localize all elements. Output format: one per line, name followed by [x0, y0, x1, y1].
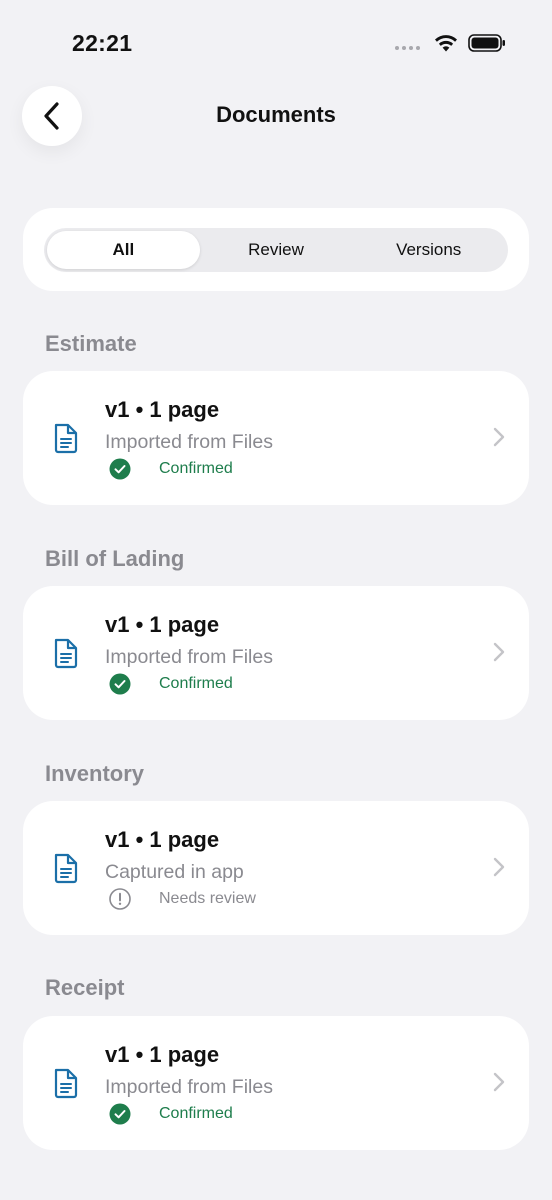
status-badge: Confirmed — [109, 458, 233, 480]
checkmark-circle-icon — [109, 458, 131, 480]
chevron-right-icon — [493, 427, 505, 447]
document-title: v1 • 1 page — [105, 1042, 220, 1067]
document-card-receipt[interactable]: v1 • 1 page Imported from Files Confirme… — [23, 1016, 529, 1150]
checkmark-circle-icon — [109, 673, 131, 695]
document-title: v1 • 1 page — [105, 397, 220, 422]
wifi-icon — [435, 35, 457, 52]
checkmark-circle-icon — [109, 1103, 131, 1125]
status-text: Confirmed — [159, 460, 233, 477]
document-icon — [54, 853, 78, 884]
segment-versions[interactable]: Versions — [352, 231, 505, 269]
document-title: v1 • 1 page — [105, 612, 220, 637]
document-source: Imported from Files — [105, 646, 273, 668]
status-text: Confirmed — [159, 1105, 233, 1122]
documents-screen: 22:21 Documents All Review Versions Esti… — [0, 0, 552, 1200]
document-source: Captured in app — [105, 861, 244, 883]
section-label-bill-of-lading: Bill of Lading — [45, 546, 185, 571]
status-text: Needs review — [159, 890, 256, 907]
document-source: Imported from Files — [105, 1076, 273, 1098]
battery-icon — [468, 34, 505, 52]
chevron-right-icon — [493, 857, 505, 877]
segment-review[interactable]: Review — [200, 231, 353, 269]
segmented-control: All Review Versions — [44, 228, 508, 272]
document-icon — [54, 638, 78, 669]
status-time: 22:21 — [72, 30, 133, 56]
section-label-receipt: Receipt — [45, 975, 125, 1000]
status-badge: Confirmed — [109, 1103, 233, 1125]
segment-all[interactable]: All — [47, 231, 200, 269]
section-label-estimate: Estimate — [45, 331, 137, 356]
chevron-right-icon — [493, 1072, 505, 1092]
exclamation-circle-icon — [109, 888, 131, 910]
document-source: Imported from Files — [105, 431, 273, 453]
document-icon — [54, 423, 78, 454]
status-icons — [395, 34, 506, 52]
status-badge: Confirmed — [109, 673, 233, 695]
filter-card: All Review Versions — [23, 208, 529, 291]
page-title: Documents — [216, 102, 336, 127]
chevron-right-icon — [493, 642, 505, 662]
status-badge: Needs review — [109, 888, 256, 910]
document-card-inventory[interactable]: v1 • 1 page Captured in app Needs review — [23, 801, 529, 935]
document-title: v1 • 1 page — [105, 827, 220, 852]
cellular-signal-icon — [395, 36, 420, 50]
document-card-estimate[interactable]: v1 • 1 page Imported from Files Confirme… — [23, 371, 529, 505]
document-card-bill-of-lading[interactable]: v1 • 1 page Imported from Files Confirme… — [23, 586, 529, 720]
status-text: Confirmed — [159, 675, 233, 692]
section-label-inventory: Inventory — [45, 761, 145, 786]
document-icon — [54, 1068, 78, 1099]
